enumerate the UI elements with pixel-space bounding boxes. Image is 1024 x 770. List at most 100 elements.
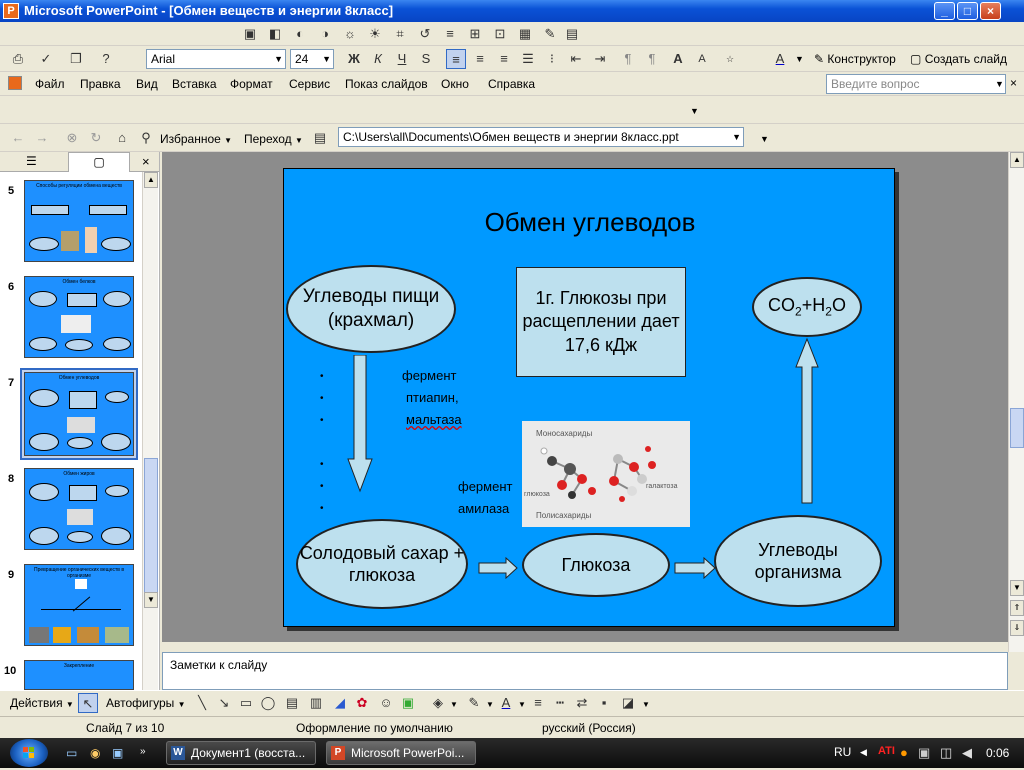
- document-icon[interactable]: [8, 76, 22, 90]
- clipart-icon[interactable]: ☺: [376, 693, 396, 713]
- textbox-icon[interactable]: ▤: [282, 693, 302, 713]
- align-center-icon[interactable]: ≡: [470, 49, 490, 69]
- show-web-toolbar-icon[interactable]: ▤: [310, 128, 330, 148]
- dash-style-icon[interactable]: ┅: [550, 693, 570, 713]
- vertical-textbox-icon[interactable]: ▥: [306, 693, 326, 713]
- italic-button[interactable]: К: [368, 49, 388, 69]
- slide-thumbnail-10[interactable]: Закрепление: [24, 660, 134, 690]
- fill-color-icon[interactable]: ◈: [428, 693, 448, 713]
- notes-pane[interactable]: Заметки к слайду: [162, 652, 1008, 690]
- font-size-dropdown[interactable]: 24 ▼: [290, 49, 334, 69]
- stop-icon[interactable]: ⊗: [62, 128, 82, 148]
- font-dropdown[interactable]: Arial ▼: [146, 49, 286, 69]
- chevron-down-icon[interactable]: ▼: [518, 700, 526, 709]
- chevron-down-icon[interactable]: ▼: [995, 79, 1004, 89]
- task-powerpoint[interactable]: P Microsoft PowerPoi...: [326, 741, 476, 765]
- tray-expand-icon[interactable]: ◀: [860, 747, 867, 758]
- body-carbs-shape[interactable]: Углеводы организма: [714, 515, 882, 607]
- show-desktop-icon[interactable]: ▭: [66, 746, 77, 760]
- bold-button[interactable]: Ж: [344, 49, 364, 69]
- menu-insert[interactable]: Вставка: [172, 77, 217, 91]
- favorites-menu[interactable]: Избранное ▼: [160, 132, 232, 146]
- ati-icon[interactable]: ATI: [878, 745, 895, 757]
- maximize-button[interactable]: □: [957, 2, 978, 20]
- crop-icon[interactable]: ⌗: [390, 24, 410, 44]
- menu-tools[interactable]: Сервис: [289, 77, 330, 91]
- slide-scrollbar[interactable]: ▲ ▼ ⇑ ⇓: [1008, 152, 1024, 652]
- scroll-down-icon[interactable]: ▼: [1010, 580, 1024, 596]
- scroll-up-icon[interactable]: ▲: [144, 172, 158, 188]
- picture-icon[interactable]: ▣: [240, 24, 260, 44]
- shadow-style-icon[interactable]: ▪: [594, 693, 614, 713]
- scroll-up-icon[interactable]: ▲: [1010, 152, 1024, 168]
- quicklaunch-icon[interactable]: ◉: [90, 746, 100, 760]
- slide-thumbnail-7[interactable]: Обмен углеводов: [24, 372, 134, 456]
- wordart-icon[interactable]: ◢: [330, 693, 350, 713]
- numbering-icon[interactable]: ☰: [518, 49, 538, 69]
- transparent-color-icon[interactable]: ✎: [540, 24, 560, 44]
- decrease-indent-icon[interactable]: ⇤: [566, 49, 586, 69]
- menu-help[interactable]: Справка: [488, 77, 535, 91]
- autoshapes-menu[interactable]: Автофигуры ▼: [106, 696, 186, 710]
- input-language[interactable]: RU: [834, 745, 851, 759]
- start-button[interactable]: [10, 739, 48, 767]
- ltr-icon[interactable]: ¶: [618, 49, 638, 69]
- recolor-icon[interactable]: ⊡: [490, 24, 510, 44]
- glucose-shape[interactable]: Глюкоза: [522, 533, 670, 597]
- scroll-thumb[interactable]: [1010, 408, 1024, 448]
- font-color-icon[interactable]: A: [770, 49, 790, 69]
- font-color-draw-icon[interactable]: A: [496, 693, 516, 713]
- actions-menu[interactable]: Действия ▼: [10, 696, 74, 710]
- more-contrast-icon[interactable]: ◐: [290, 24, 310, 44]
- slide-thumbnail-8[interactable]: Обмен жиров: [24, 468, 134, 550]
- go-menu[interactable]: Переход ▼: [244, 132, 303, 146]
- rectangle-icon[interactable]: ▭: [236, 693, 256, 713]
- new-slide-button[interactable]: ▢ Создать слайд: [910, 52, 1007, 66]
- thumbs-scrollbar[interactable]: ▲ ▼: [142, 172, 158, 690]
- underline-button[interactable]: Ч: [392, 49, 412, 69]
- tray-app-icon[interactable]: ●: [900, 745, 908, 760]
- glucose-fact-box[interactable]: 1г. Глюкозы при расщеплении дает 17,6 кД…: [516, 267, 686, 377]
- select-pointer-icon[interactable]: ↖: [78, 693, 98, 713]
- 3d-style-icon[interactable]: ◪: [618, 693, 638, 713]
- align-right-icon[interactable]: ≡: [494, 49, 514, 69]
- shadow-button[interactable]: S: [416, 49, 436, 69]
- quicklaunch-more-icon[interactable]: »: [140, 746, 146, 757]
- slides-tab-icon[interactable]: ▢: [68, 152, 130, 172]
- task-word-document[interactable]: W Документ1 (восста...: [166, 741, 316, 765]
- menu-format[interactable]: Формат: [230, 77, 273, 91]
- tray-device-icon[interactable]: ▣: [918, 745, 930, 761]
- search-web-icon[interactable]: ⚲: [136, 128, 156, 148]
- network-icon[interactable]: ◫: [940, 745, 952, 761]
- increase-indent-icon[interactable]: ⇥: [590, 49, 610, 69]
- scroll-thumb[interactable]: [144, 458, 158, 608]
- diagram-icon[interactable]: ✿: [352, 693, 372, 713]
- compress-icon[interactable]: ⊞: [465, 24, 485, 44]
- help-icon[interactable]: ?: [96, 49, 116, 69]
- arrow-style-icon[interactable]: ⇄: [572, 693, 592, 713]
- chevron-down-icon[interactable]: ▼: [486, 700, 494, 709]
- menu-view[interactable]: Вид: [136, 77, 158, 91]
- help-search-input[interactable]: Введите вопрос: [826, 74, 1006, 94]
- quicklaunch-word-icon[interactable]: ▣: [112, 746, 123, 760]
- insert-picture-icon[interactable]: ▣: [398, 693, 418, 713]
- align-left-icon[interactable]: ≡: [446, 49, 466, 69]
- menu-file[interactable]: Файл: [35, 77, 65, 91]
- volume-icon[interactable]: ◀: [962, 745, 972, 761]
- rtl-icon[interactable]: ¶: [642, 49, 662, 69]
- chevron-down-icon[interactable]: ▼: [690, 106, 699, 116]
- line-style-icon[interactable]: ≡: [440, 24, 460, 44]
- menu-edit[interactable]: Правка: [80, 77, 121, 91]
- more-brightness-icon[interactable]: ☼: [340, 24, 360, 44]
- color-picture-icon[interactable]: ◧: [265, 24, 285, 44]
- format-picture-icon[interactable]: ▦: [515, 24, 535, 44]
- close-pane-icon[interactable]: ×: [142, 154, 150, 169]
- close-document-icon[interactable]: ×: [1010, 76, 1017, 90]
- back-icon[interactable]: ←: [8, 128, 28, 148]
- line-icon[interactable]: ╲: [192, 693, 212, 713]
- forward-icon[interactable]: →: [32, 128, 52, 148]
- slide-thumbnail-9[interactable]: Превращение органических веществ в орган…: [24, 564, 134, 646]
- address-field[interactable]: C:\Users\all\Documents\Обмен веществ и э…: [338, 127, 744, 147]
- refresh-icon[interactable]: ↻: [86, 128, 106, 148]
- home-icon[interactable]: ⌂: [112, 128, 132, 148]
